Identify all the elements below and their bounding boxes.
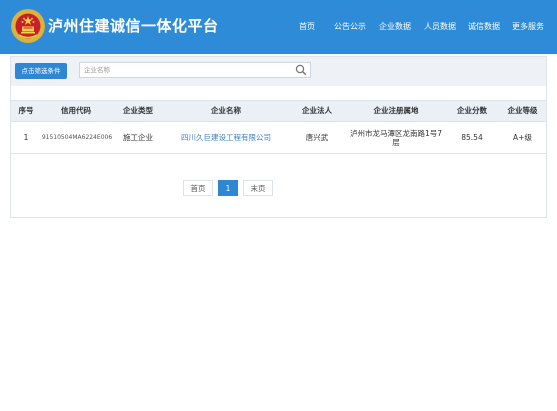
nav-more-services[interactable]: 更多服务 — [512, 21, 544, 32]
filter-bar: 点击筛选条件 — [11, 57, 546, 86]
pagination: 首页 1 末页 — [11, 180, 546, 198]
col-legal-person: 企业法人 — [302, 106, 332, 115]
col-grade: 企业等级 — [507, 106, 538, 115]
col-enterprise-name: 企业名称 — [211, 106, 241, 115]
row-score: 85.54 — [461, 133, 483, 142]
row-enterprise-type: 施工企业 — [123, 133, 153, 142]
filter-conditions-button[interactable]: 点击筛选条件 — [15, 63, 67, 79]
nav-credit-data[interactable]: 诚信数据 — [468, 21, 500, 32]
enterprise-name-search-input[interactable] — [80, 63, 294, 77]
main-nav: 首页 公告公示 企业数据 人员数据 诚信数据 更多服务 — [0, 21, 557, 35]
first-page-button[interactable]: 首页 — [183, 180, 213, 196]
row-credit-code: 91510504MA6224E006 — [41, 134, 113, 141]
col-score: 企业分数 — [457, 106, 487, 115]
row-grade: A+级 — [513, 133, 532, 142]
row-enterprise-name-link[interactable]: 四川久巨建设工程有限公司 — [165, 122, 287, 153]
last-page-button[interactable]: 末页 — [243, 180, 273, 196]
current-page-button[interactable]: 1 — [218, 180, 238, 196]
row-registered-location: 泸州市龙马潭区龙南路1号7层 — [349, 128, 443, 147]
col-registered-location: 企业注册属地 — [373, 106, 419, 115]
search-icon[interactable] — [295, 64, 307, 76]
nav-announcements[interactable]: 公告公示 — [334, 21, 366, 32]
col-credit-code: 信用代码 — [61, 106, 91, 115]
nav-personnel-data[interactable]: 人员数据 — [424, 21, 456, 32]
search-box — [79, 62, 311, 78]
header: 泸州住建诚信一体化平台 首页 公告公示 企业数据 人员数据 诚信数据 更多服务 — [0, 0, 557, 54]
table-row[interactable]: 1 91510504MA6224E006 施工企业 四川久巨建设工程有限公司 唐… — [11, 122, 546, 154]
col-index: 序号 — [18, 106, 34, 115]
row-legal-person: 唐兴武 — [305, 133, 329, 142]
nav-enterprise-data[interactable]: 企业数据 — [379, 21, 411, 32]
table-header: 序号 信用代码 企业类型 企业名称 企业法人 企业注册属地 企业分数 企业等级 — [11, 100, 546, 122]
results-panel: 点击筛选条件 序号 信用代码 企业类型 企业名称 企业法人 企业注册属地 企业分… — [10, 56, 547, 218]
col-enterprise-type: 企业类型 — [123, 106, 153, 115]
nav-home[interactable]: 首页 — [299, 21, 315, 32]
